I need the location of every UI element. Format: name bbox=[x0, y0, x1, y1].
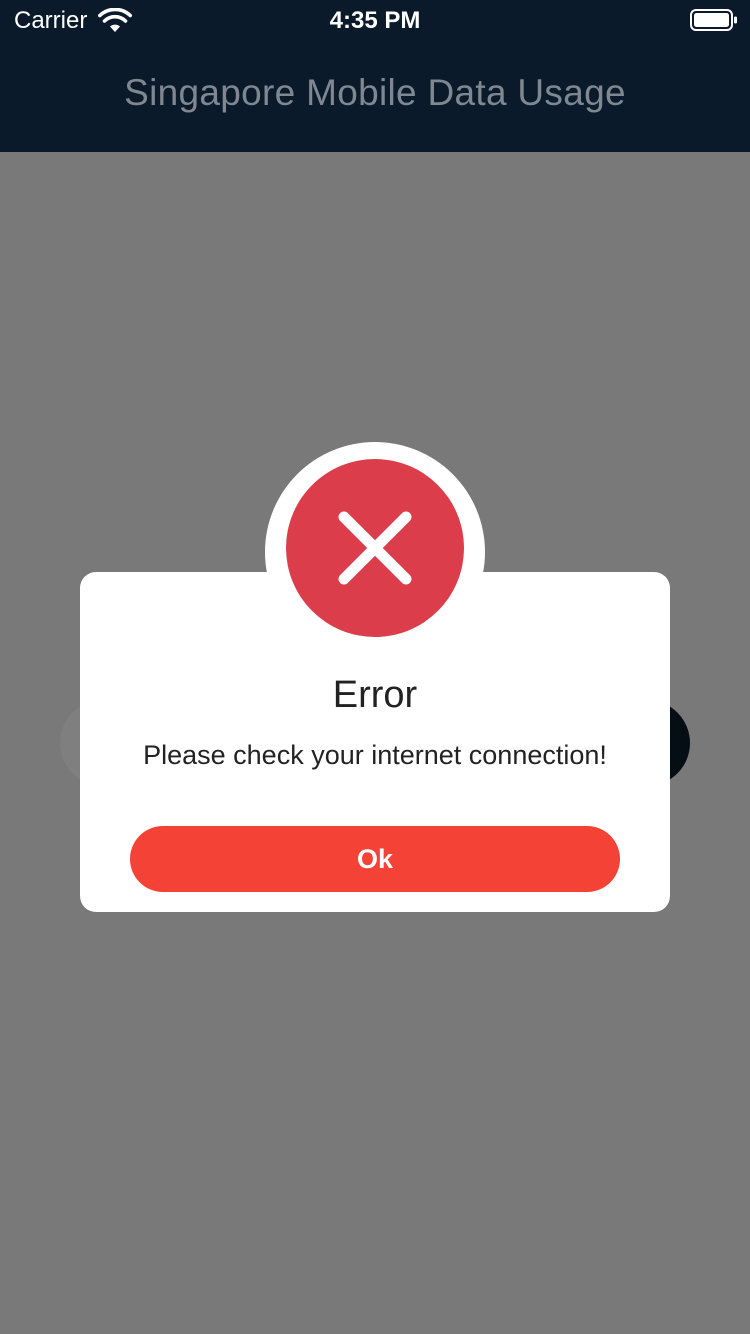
close-icon bbox=[338, 511, 412, 585]
status-time: 4:35 PM bbox=[329, 7, 421, 34]
screen: Carrier 4:35 PM Singapore Mobile Data Us… bbox=[0, 0, 750, 1334]
page-title: Singapore Mobile Data Usage bbox=[124, 72, 626, 113]
ok-button[interactable]: Ok bbox=[130, 826, 620, 892]
dialog-message: Please check your internet connection! bbox=[143, 740, 607, 770]
dialog-title: Error bbox=[332, 674, 418, 716]
battery-full-icon bbox=[690, 9, 737, 31]
error-badge bbox=[286, 459, 464, 637]
app-header: Carrier 4:35 PM Singapore Mobile Data Us… bbox=[0, 0, 750, 152]
status-bar: Carrier 4:35 PM bbox=[0, 0, 750, 40]
